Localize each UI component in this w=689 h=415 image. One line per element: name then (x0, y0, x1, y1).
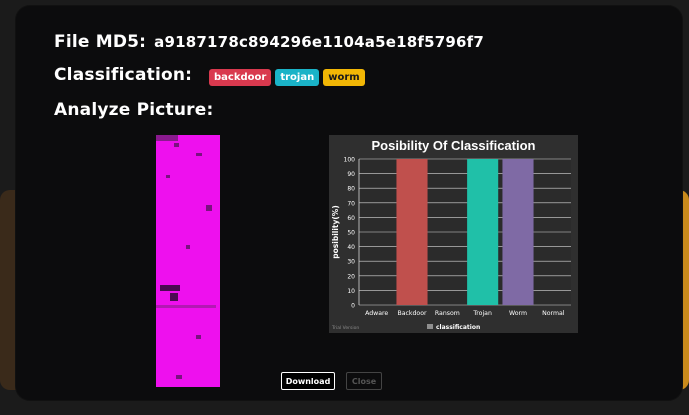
y-tick-label: 10 (347, 288, 355, 295)
malware-image (156, 135, 220, 387)
legend-label: classification (436, 324, 480, 331)
close-button[interactable]: Close (346, 372, 382, 390)
badge-backdoor: backdoor (209, 69, 272, 86)
x-tick-label: Normal (542, 310, 565, 317)
x-tick-label: Adware (365, 310, 388, 317)
chart-svg: Posibility Of Classification 0 10 20 30 40 50 6… (331, 138, 571, 331)
badge-trojan: trojan (275, 69, 320, 86)
bar-worm (502, 159, 534, 305)
x-tick-label: Ransom (435, 310, 460, 317)
md5-row: File MD5: a9187178c894296e1104a5e18f5796f… (54, 32, 484, 52)
badge-worm: worm (323, 69, 365, 86)
x-tick-label: Backdoor (397, 310, 427, 317)
y-tick-label: 80 (347, 186, 355, 193)
y-tick-label: 90 (347, 171, 355, 178)
y-tick-label: 20 (347, 273, 355, 280)
x-tick-label: Trojan (472, 310, 492, 317)
download-button[interactable]: Download (281, 372, 335, 390)
analyze-picture-label: Analyze Picture: (54, 100, 214, 120)
bar-trojan (467, 159, 499, 305)
y-tick-label: 0 (351, 303, 355, 310)
classification-badges: backdoor trojan worm (209, 69, 365, 86)
y-tick-label: 100 (344, 157, 356, 164)
watermark-text: Trial Version (331, 325, 359, 331)
classification-label: Classification: (54, 65, 193, 85)
bar-backdoor (396, 159, 428, 305)
chart-title: Posibility Of Classification (372, 138, 536, 153)
classification-chart: Posibility Of Classification 0 10 20 30 40 50 6… (329, 135, 578, 333)
y-axis-label: posibility(%) (331, 205, 340, 258)
y-tick-label: 60 (347, 215, 355, 222)
md5-value: a9187178c894296e1104a5e18f5796f7 (154, 33, 485, 51)
y-tick-label: 50 (347, 230, 355, 237)
legend-swatch (427, 324, 433, 329)
y-tick-label: 30 (347, 259, 355, 266)
md5-label: File MD5: (54, 32, 147, 52)
x-tick-label: Worm (509, 310, 527, 317)
y-tick-label: 40 (347, 244, 355, 251)
y-tick-label: 70 (347, 200, 355, 207)
analysis-modal: File MD5: a9187178c894296e1104a5e18f5796f… (16, 6, 682, 400)
